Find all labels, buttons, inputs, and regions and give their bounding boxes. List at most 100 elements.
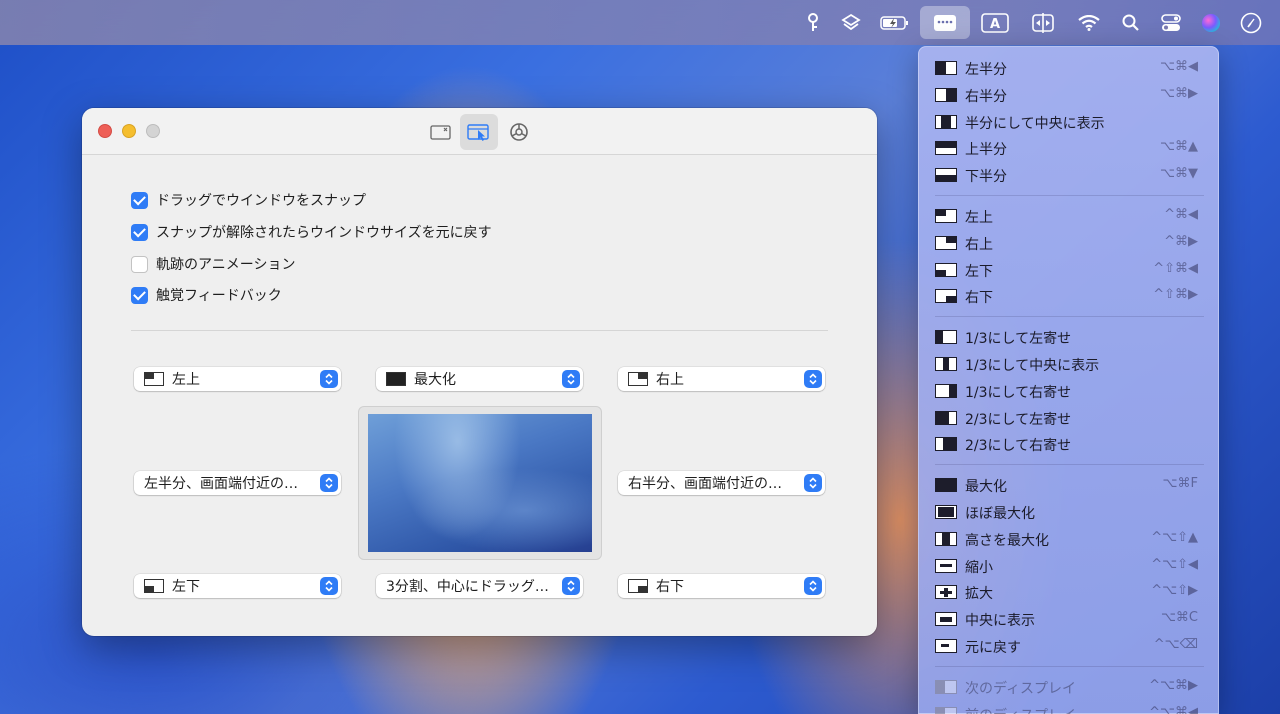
menu-item-label: 右下 [965,290,993,307]
checkbox-haptic-feedback[interactable]: 触覚フィードバック [131,284,282,306]
chevron-updown-icon [320,577,338,595]
menu-item-shortcut: ^⌥⇧▶ [1151,583,1198,599]
chevron-updown-icon [804,577,822,595]
menu-item-top-right[interactable]: 右上 ^⌘▶ [919,230,1220,256]
input-source-icon[interactable]: A [980,8,1010,38]
menu-item-label: 2/3にして右寄せ [965,438,1072,455]
select-top-center[interactable]: 最大化 [376,367,583,391]
svg-text:A: A [990,17,1000,32]
menu-item-next-display[interactable]: 次のディスプレイ ^⌥⌘▶ [919,674,1220,700]
menu-separator [935,316,1204,318]
chevron-updown-icon [562,370,580,388]
menu-item-shortcut: ^⇧⌘▶ [1153,287,1198,303]
menu-item-almost-maximize[interactable]: ほぼ最大化 [919,499,1220,525]
menu-item-first-third[interactable]: 1/3にして左寄せ [919,324,1220,350]
menu-item-shortcut: ^⌥⇧◀ [1151,556,1198,572]
clock-icon[interactable] [1236,8,1266,38]
window-manager-icon[interactable] [920,6,970,39]
menu-item-label: 下半分 [965,169,1007,186]
menu-item-bottom-right[interactable]: 右下 ^⇧⌘▶ [919,283,1220,309]
menu-item-center[interactable]: 中央に表示 ⌥⌘C [919,606,1220,632]
menu-item-bottom-half[interactable]: 下半分 ⌥⌘▼ [919,162,1220,188]
keyboard-window-icon [430,125,451,140]
minimize-button[interactable] [122,124,136,138]
chevron-updown-icon [320,474,338,492]
menu-item-larger[interactable]: 拡大 ^⌥⇧▶ [919,579,1220,605]
tab-snap-areas[interactable] [460,114,498,150]
menu-item-shortcut: ⌥⌘F [1162,476,1198,492]
menu-item-center-third[interactable]: 1/3にして中央に表示 [919,351,1220,377]
menu-item-last-two-thirds[interactable]: 2/3にして右寄せ [919,431,1220,457]
menu-item-maximize-height[interactable]: 高さを最大化 ^⌥⇧▲ [919,526,1220,552]
screen-preview [358,406,602,560]
siri-icon[interactable] [1196,8,1226,38]
larger-icon [935,585,957,600]
menu-item-smaller[interactable]: 縮小 ^⌥⇧◀ [919,553,1220,579]
menu-item-label: 右上 [965,236,993,253]
wifi-icon[interactable] [1074,8,1104,38]
select-top-left[interactable]: 左上 [134,367,341,391]
maximize-height-icon [935,531,957,546]
menu-item-label: 左下 [965,263,993,280]
checkbox-snap-by-drag[interactable]: ドラッグでウインドウをスナップ [131,189,366,211]
menu-item-center-half[interactable]: 半分にして中央に表示 [919,109,1220,135]
menu-item-maximize[interactable]: 最大化 ⌥⌘F [919,472,1220,498]
restore-icon [935,639,957,653]
menu-item-label: 次のディスプレイ [965,680,1077,697]
checkbox-restore-size[interactable]: スナップが解除されたらウインドウサイズを元に戻す [131,221,492,243]
almost-maximize-icon [935,505,957,519]
checkbox-box[interactable] [131,255,148,273]
select-middle-right[interactable]: 右半分、画面端付近の… [618,471,825,495]
chevron-updown-icon [804,474,822,492]
menu-item-top-left[interactable]: 左上 ^⌘◀ [919,203,1220,229]
menu-item-shortcut: ⌥⌘▲ [1160,139,1198,155]
wallpaper-thumbnail [368,414,592,552]
zoom-button[interactable] [146,124,160,138]
checkbox-box[interactable] [131,191,148,209]
top-left-icon [144,372,164,386]
menu-item-shortcut: ^⌥⌘◀ [1149,704,1198,714]
select-bottom-left[interactable]: 左下 [134,574,341,598]
menu-item-restore[interactable]: 元に戻す ^⌥⌫ [919,633,1220,659]
select-middle-left[interactable]: 左半分、画面端付近の… [134,471,341,495]
checkbox-box[interactable] [131,223,148,241]
menu-item-shortcut: ^⌘▶ [1164,233,1198,249]
maximize-icon [935,478,957,493]
checkbox-label: スナップが解除されたらウインドウサイズを元に戻す [156,225,492,241]
menu-item-shortcut: ^⌥⇧▲ [1151,529,1198,545]
menu-item-previous-display[interactable]: 前のディスプレイ ^⌥⌘◀ [919,701,1220,714]
menu-item-label: 左上 [965,210,993,226]
menu-item-shortcut: ^⌘◀ [1164,207,1198,222]
control-center-icon[interactable] [1156,8,1186,38]
title-bar [82,108,877,155]
menu-item-label: 1/3にして中央に表示 [965,358,1100,374]
menu-item-first-two-thirds[interactable]: 2/3にして左寄せ [919,405,1220,431]
layers-icon[interactable] [836,8,866,38]
select-top-right[interactable]: 右上 [618,367,825,391]
key-icon[interactable] [798,8,828,38]
battery-icon[interactable] [878,8,912,38]
split-view-icon[interactable] [1028,8,1058,38]
menu-item-label: 高さを最大化 [965,532,1049,549]
menu-item-label: 中央に表示 [965,613,1035,630]
smaller-icon [935,558,957,573]
menu-item-left-half[interactable]: 左半分 ⌥⌘◀ [919,55,1220,81]
checkbox-trail-animation[interactable]: 軌跡のアニメーション [131,253,295,275]
menu-item-shortcut: ^⌥⌫ [1153,637,1198,652]
menu-item-label: 縮小 [965,559,993,576]
menu-item-label: 2/3にして左寄せ [965,411,1072,428]
close-button[interactable] [98,124,112,138]
menu-separator [935,464,1204,466]
select-bottom-center[interactable]: 3分割、中心にドラッグ… [376,574,583,598]
menu-item-bottom-left[interactable]: 左下 ^⇧⌘◀ [919,257,1220,283]
menu-item-last-third[interactable]: 1/3にして右寄せ [919,378,1220,404]
select-label: 左半分、画面端付近の… [144,476,298,492]
tab-shortcuts[interactable] [422,114,460,150]
menu-item-shortcut: ^⇧⌘◀ [1153,260,1198,276]
checkbox-box[interactable] [131,286,148,304]
search-icon[interactable] [1116,8,1146,38]
menu-item-right-half[interactable]: 右半分 ⌥⌘▶ [919,82,1220,108]
tab-general[interactable] [500,114,538,150]
menu-item-top-half[interactable]: 上半分 ⌥⌘▲ [919,135,1220,161]
select-bottom-right[interactable]: 右下 [618,574,825,598]
